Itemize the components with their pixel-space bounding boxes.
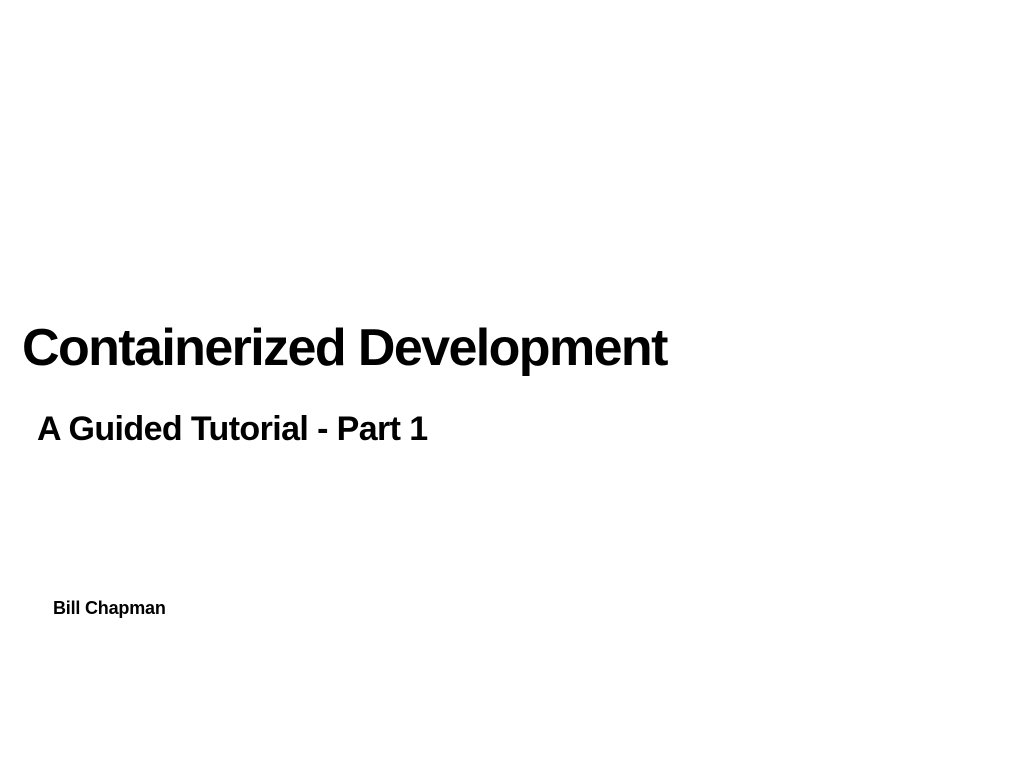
slide-subtitle: A Guided Tutorial - Part 1 bbox=[37, 410, 428, 448]
author-name: Bill Chapman bbox=[53, 598, 166, 618]
slide: Containerized Development A Guided Tutor… bbox=[0, 0, 1024, 768]
slide-title: Containerized Development bbox=[22, 319, 668, 377]
